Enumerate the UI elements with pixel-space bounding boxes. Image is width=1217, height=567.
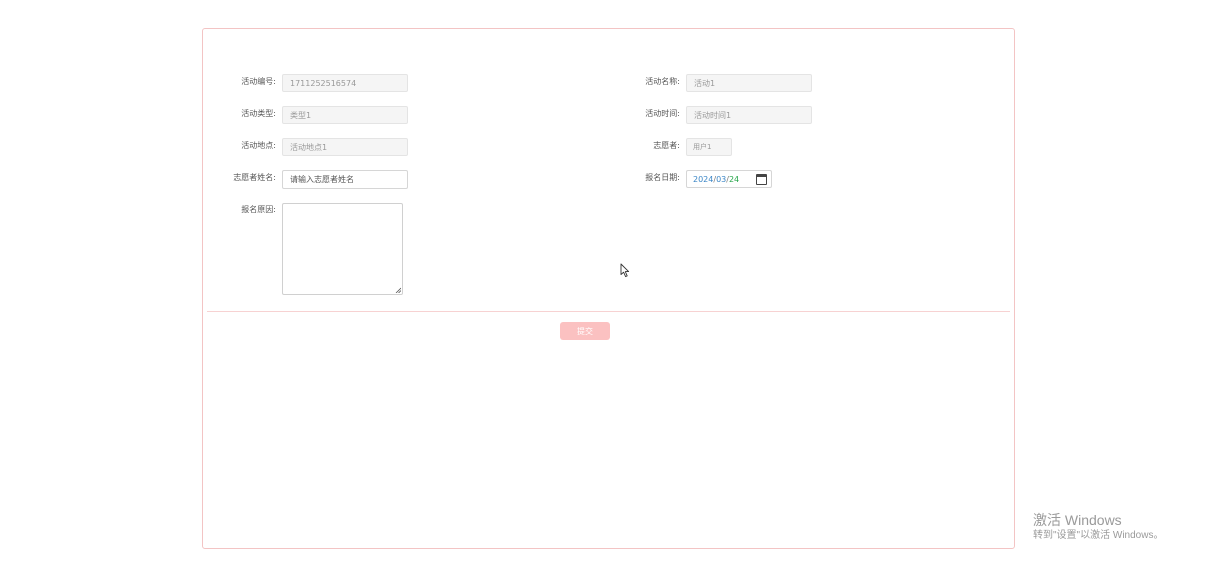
calendar-icon[interactable] bbox=[756, 174, 767, 185]
activity-name-field: 活动1 bbox=[686, 74, 812, 92]
signup-reason-textarea[interactable] bbox=[282, 203, 403, 295]
activity-place-label: 活动地点: bbox=[241, 141, 276, 150]
activity-name-label: 活动名称: bbox=[645, 77, 680, 86]
signup-date-label: 报名日期: bbox=[645, 173, 680, 182]
watermark-title: 激活 Windows bbox=[1033, 512, 1122, 528]
activity-place-field: 活动地点1 bbox=[282, 138, 408, 156]
signup-form-card: 活动编号: 1711252516574 活动名称: 活动1 活动类型: 类型1 … bbox=[202, 28, 1015, 549]
date-year: 2024 bbox=[693, 174, 714, 184]
activity-no-label: 活动编号: bbox=[241, 77, 276, 86]
resize-handle-icon[interactable] bbox=[395, 287, 401, 293]
form-divider bbox=[207, 311, 1010, 312]
windows-activation-watermark: 激活 Windows 转到"设置"以激活 Windows。 bbox=[1033, 511, 1163, 543]
volunteer-name-label: 志愿者姓名: bbox=[233, 173, 276, 182]
activity-time-field: 活动时间1 bbox=[686, 106, 812, 124]
submit-button[interactable]: 提交 bbox=[560, 322, 610, 340]
activity-time-label: 活动时间: bbox=[645, 109, 680, 118]
activity-type-label: 活动类型: bbox=[241, 109, 276, 118]
mouse-cursor-icon bbox=[620, 263, 630, 278]
date-month: 03 bbox=[716, 174, 727, 184]
volunteer-label: 志愿者: bbox=[653, 141, 680, 150]
date-day: 24 bbox=[728, 174, 740, 184]
volunteer-name-input[interactable]: 请输入志愿者姓名 bbox=[282, 170, 408, 189]
activity-type-field: 类型1 bbox=[282, 106, 408, 124]
activity-no-field: 1711252516574 bbox=[282, 74, 408, 92]
watermark-subtitle: 转到"设置"以激活 Windows。 bbox=[1033, 530, 1164, 541]
signup-date-input[interactable]: 2024/03/24 bbox=[686, 170, 772, 188]
volunteer-field: 用户1 bbox=[686, 138, 732, 156]
signup-reason-label: 报名原因: bbox=[241, 205, 276, 214]
